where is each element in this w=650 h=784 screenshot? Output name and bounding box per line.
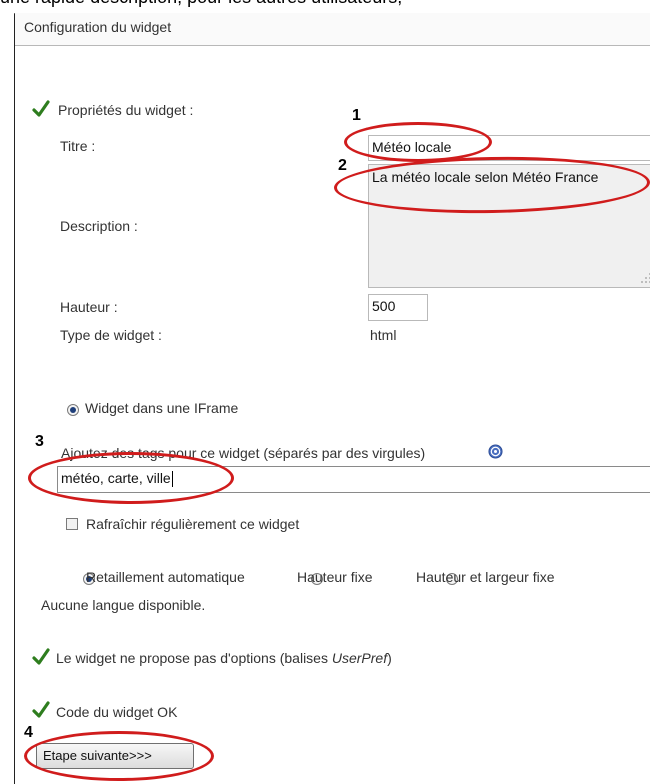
no-language-text: Aucune langue disponible. bbox=[41, 597, 206, 613]
checkmark-icon bbox=[32, 701, 50, 718]
widget-config-panel bbox=[14, 13, 650, 784]
refresh-checkbox[interactable] bbox=[66, 518, 78, 530]
widget-type-value: html bbox=[370, 327, 397, 343]
iframe-option-label: Widget dans une IFrame bbox=[85, 400, 239, 416]
iframe-radio[interactable] bbox=[67, 404, 79, 416]
annotation-number-2: 2 bbox=[338, 157, 347, 174]
auto-resize-label: Retaillement automatique bbox=[86, 569, 245, 585]
panel-title: Configuration du widget bbox=[24, 19, 172, 35]
height-label: Hauteur : bbox=[60, 299, 118, 315]
properties-heading: Propriétés du widget : bbox=[58, 102, 194, 118]
checkmark-icon bbox=[32, 648, 50, 665]
resize-grip-icon[interactable] bbox=[640, 272, 650, 284]
fixed-both-label: Hauteur et largeur fixe bbox=[416, 569, 555, 585]
annotation-number-3: 3 bbox=[35, 433, 44, 450]
code-status: Code du widget OK bbox=[56, 704, 178, 720]
highlight-oval-3 bbox=[28, 452, 234, 504]
checkmark-icon bbox=[32, 100, 50, 117]
title-label: Titre : bbox=[60, 138, 96, 154]
highlight-oval-1 bbox=[344, 122, 492, 162]
refresh-label: Rafraîchir régulièrement ce widget bbox=[86, 516, 300, 532]
height-input[interactable]: 500 bbox=[368, 294, 428, 321]
annotation-number-1: 1 bbox=[352, 107, 361, 124]
highlight-oval-4 bbox=[24, 731, 214, 781]
widget-type-label: Type de widget : bbox=[60, 327, 162, 343]
cut-off-caption: une rapide description, pour les autres … bbox=[0, 0, 650, 8]
help-icon[interactable] bbox=[488, 444, 503, 459]
options-status: Le widget ne propose pas d'options (bali… bbox=[56, 650, 392, 666]
annotation-number-4: 4 bbox=[24, 724, 33, 741]
description-label: Description : bbox=[60, 218, 138, 234]
fixed-height-label: Hauteur fixe bbox=[297, 569, 373, 585]
